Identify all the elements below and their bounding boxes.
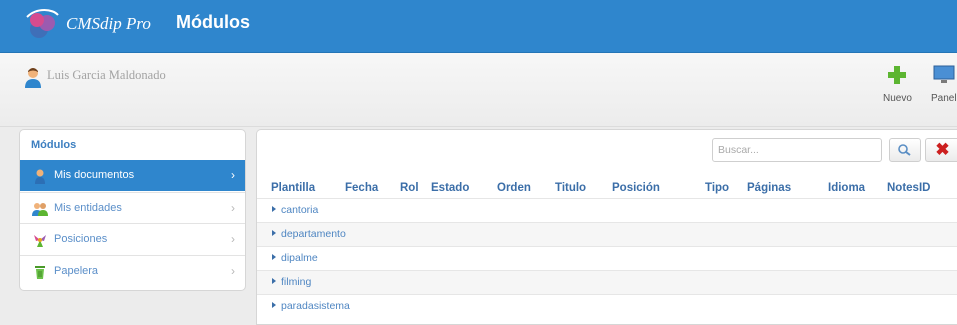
chevron-right-icon: ›	[231, 201, 235, 215]
column-header[interactable]: Plantilla	[271, 182, 315, 194]
search-icon	[898, 144, 911, 156]
documents-panel: ✖ Plantilla Fecha Rol Estado Orden Titul…	[256, 129, 957, 325]
row-label[interactable]: departamento	[281, 228, 346, 240]
close-icon: ✖	[935, 140, 950, 159]
cmsdip-logo-icon[interactable]	[25, 9, 59, 41]
expand-arrow-icon[interactable]	[272, 302, 276, 308]
sidebar-item-mis-documentos[interactable]: Mis documentos ›	[20, 160, 245, 191]
table-row[interactable]: paradasistema	[257, 294, 957, 318]
app-name[interactable]: CMSdip Pro	[66, 14, 151, 34]
column-header[interactable]: Orden	[497, 182, 531, 194]
row-label[interactable]: paradasistema	[281, 300, 350, 312]
chevron-right-icon: ›	[231, 168, 235, 182]
expand-arrow-icon[interactable]	[272, 230, 276, 236]
panel-button[interactable]: Panel	[931, 65, 957, 104]
row-label[interactable]: dipalme	[281, 252, 318, 264]
sidebar-title: Módulos	[31, 139, 77, 151]
page-title: Módulos	[176, 12, 250, 32]
modules-sidebar: Módulos Mis documentos › Mis entidades ›…	[19, 129, 246, 291]
column-header[interactable]: Páginas	[747, 182, 791, 194]
sidebar-item-label: Posiciones	[54, 233, 108, 245]
column-header[interactable]: Rol	[400, 182, 419, 194]
trash-icon	[35, 266, 45, 279]
sidebar-item-label: Mis entidades	[54, 202, 122, 214]
column-header[interactable]: Idioma	[828, 182, 865, 194]
user-avatar-icon	[25, 68, 41, 88]
sidebar-item-papelera[interactable]: Papelera ›	[20, 255, 245, 286]
users-icon	[32, 203, 48, 216]
panel-button-label: Panel	[931, 93, 957, 104]
table-header: Plantilla Fecha Rol Estado Orden Titulo …	[257, 177, 957, 199]
positions-icon	[34, 235, 46, 247]
new-button-label: Nuevo	[883, 93, 912, 104]
user-bar: Luis Garcia Maldonado Nuevo Panel	[0, 53, 957, 127]
row-label[interactable]: cantoria	[281, 204, 318, 216]
table-row[interactable]: departamento	[257, 222, 957, 246]
chevron-right-icon: ›	[231, 264, 235, 278]
column-header[interactable]: Posición	[612, 182, 660, 194]
expand-arrow-icon[interactable]	[272, 254, 276, 260]
new-button[interactable]: Nuevo	[883, 65, 912, 104]
column-header[interactable]: Fecha	[345, 182, 378, 194]
column-header[interactable]: Titulo	[555, 182, 586, 194]
table-row[interactable]: cantoria	[257, 198, 957, 222]
expand-arrow-icon[interactable]	[272, 278, 276, 284]
monitor-icon	[933, 65, 955, 83]
user-document-icon	[35, 169, 45, 184]
column-header[interactable]: NotesID	[887, 182, 930, 194]
user-name[interactable]: Luis Garcia Maldonado	[47, 68, 166, 83]
column-header[interactable]: Estado	[431, 182, 469, 194]
sidebar-item-label: Papelera	[54, 265, 99, 277]
sidebar-item-label: Mis documentos	[54, 169, 135, 181]
top-header-bar: CMSdip Pro Módulos	[0, 0, 957, 53]
column-header[interactable]: Tipo	[705, 182, 729, 194]
sidebar-item-posiciones[interactable]: Posiciones ›	[20, 223, 245, 254]
table-row[interactable]: filming	[257, 270, 957, 294]
plus-icon	[888, 66, 907, 84]
chevron-right-icon: ›	[231, 232, 235, 246]
clear-search-button[interactable]: ✖	[925, 138, 957, 162]
row-label[interactable]: filming	[281, 276, 311, 288]
search-button[interactable]	[889, 138, 921, 162]
sidebar-item-mis-entidades[interactable]: Mis entidades ›	[20, 192, 245, 223]
expand-arrow-icon[interactable]	[272, 206, 276, 212]
table-row[interactable]: dipalme	[257, 246, 957, 270]
search-input[interactable]	[712, 138, 882, 162]
